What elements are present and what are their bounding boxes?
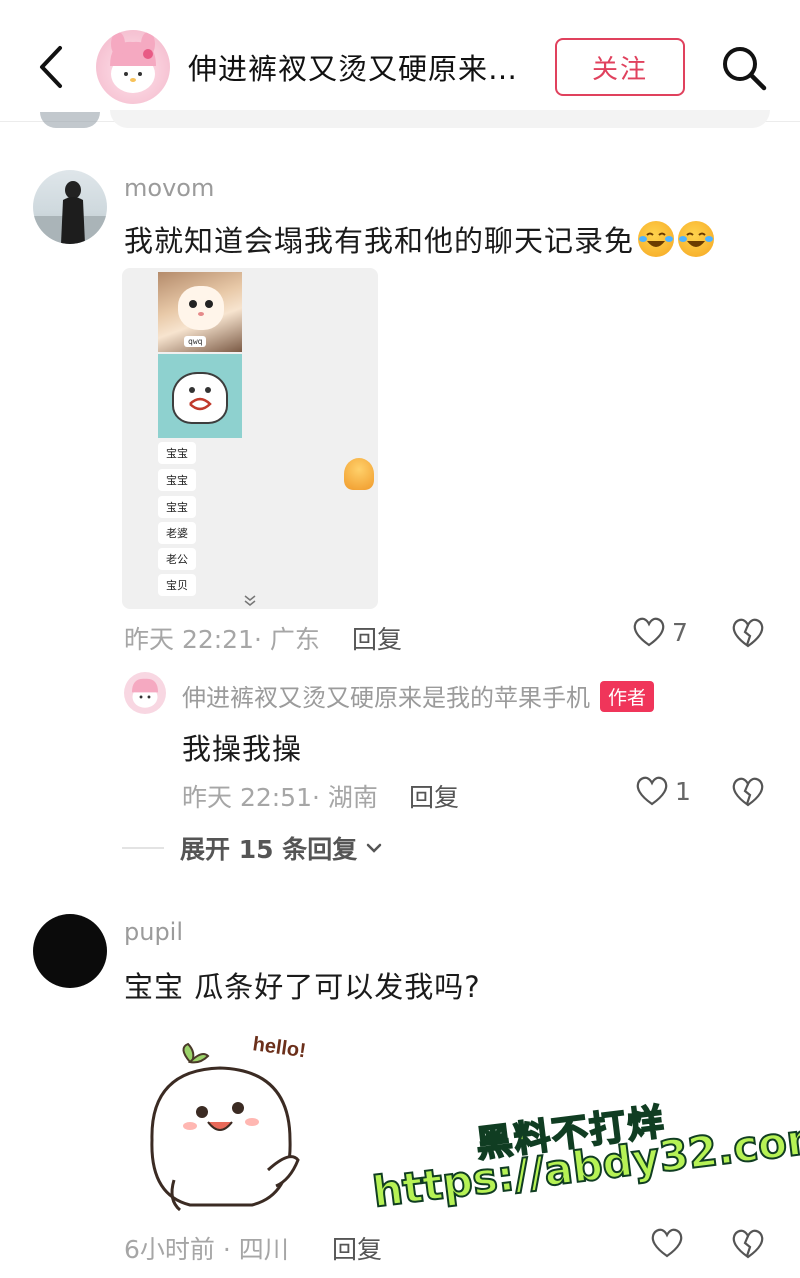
kitten-sticker: qwq (158, 272, 242, 352)
hello-sticker-image[interactable]: hello! (140, 1020, 380, 1225)
reply-username[interactable]: 伸进裤衩又烫又硬原来是我的苹果手机 (182, 684, 590, 712)
comment-text: 宝宝 瓜条好了可以发我吗? (124, 970, 481, 1004)
chevron-down-icon (366, 843, 382, 853)
author-avatar[interactable] (96, 30, 170, 104)
heart-icon (636, 776, 668, 806)
chat-screenshot-image[interactable]: qwq 宝宝 宝宝 宝宝 老婆 老公 宝贝 (122, 268, 378, 609)
kitten-face (178, 286, 224, 330)
like-button[interactable]: 7 (632, 616, 688, 648)
chick-sticker-icon (344, 458, 374, 490)
comment-time-location: 6小时前 · 四川 (124, 1235, 289, 1264)
search-button[interactable] (718, 42, 770, 94)
chevron-down-double-icon (240, 594, 260, 608)
chat-line: 老婆 (158, 522, 196, 544)
chat-line: 宝贝 (158, 574, 196, 596)
dislike-button[interactable] (731, 616, 765, 650)
expand-replies-label: 展开 15 条回复 (180, 835, 358, 864)
kitten-caption: qwq (184, 336, 207, 347)
comment-username[interactable]: pupil (124, 918, 183, 946)
reply-time-location: 昨天 22:51· 湖南 (182, 783, 378, 812)
dislike-button[interactable] (731, 775, 765, 809)
laughing-crying-emoji-icon (638, 221, 675, 257)
avatar[interactable] (33, 170, 107, 244)
like-button[interactable]: 1 (635, 775, 691, 807)
like-count: 1 (675, 776, 691, 806)
comment-time-location: 昨天 22:21· 广东 (124, 625, 320, 654)
reply-username-row: 伸进裤衩又烫又硬原来是我的苹果手机 作者 (182, 678, 655, 713)
chat-line: 宝宝 (158, 442, 196, 464)
comment-username[interactable]: movom (124, 174, 214, 202)
chat-line: 宝宝 (158, 469, 196, 491)
chat-line: 宝宝 (158, 496, 196, 518)
back-button[interactable] (30, 42, 74, 92)
chat-line: 老公 (158, 548, 196, 570)
broken-heart-icon (732, 777, 764, 807)
reply-avatar[interactable] (124, 672, 166, 714)
broken-heart-icon (732, 618, 764, 648)
reply-button[interactable]: 回复 (409, 778, 459, 814)
heart-icon (633, 617, 665, 647)
follow-button[interactable]: 关注 (555, 38, 685, 96)
comment-text: 我就知道会塌我有我和他的聊天记录免 (124, 218, 715, 260)
search-icon (723, 47, 767, 91)
broken-heart-icon (732, 1229, 764, 1259)
heart-icon (651, 1228, 683, 1258)
reply-text: 我操我操 (182, 732, 303, 766)
reply-button[interactable]: 回复 (332, 1230, 382, 1266)
like-button[interactable] (650, 1227, 684, 1259)
peach-sticker-icon: hello! (150, 1033, 307, 1212)
puppy-sticker (158, 354, 242, 438)
previous-comment-edge (110, 110, 770, 128)
top-bar: 伸进裤衩又烫又硬原来是... 关注 (0, 0, 800, 122)
melody-avatar-icon (131, 678, 159, 708)
sticker-caption: hello! (251, 1033, 307, 1062)
like-count: 7 (672, 617, 688, 647)
previous-comment-avatar-edge (40, 112, 100, 128)
expand-replies-button[interactable]: 展开 15 条回复 (122, 830, 385, 866)
avatar[interactable] (33, 914, 107, 988)
laughing-crying-emoji-icon (678, 221, 715, 257)
chevron-left-icon (40, 46, 62, 88)
author-badge: 作者 (600, 681, 655, 712)
melody-avatar-icon (110, 32, 156, 93)
dislike-button[interactable] (731, 1227, 765, 1261)
puppy-body (172, 372, 228, 424)
person-silhouette-icon (33, 181, 107, 244)
page-title: 伸进裤衩又烫又硬原来是... (188, 52, 538, 86)
comment-body: 我就知道会塌我有我和他的聊天记录免 (124, 224, 635, 258)
divider (122, 847, 164, 849)
reply-button[interactable]: 回复 (352, 620, 402, 656)
